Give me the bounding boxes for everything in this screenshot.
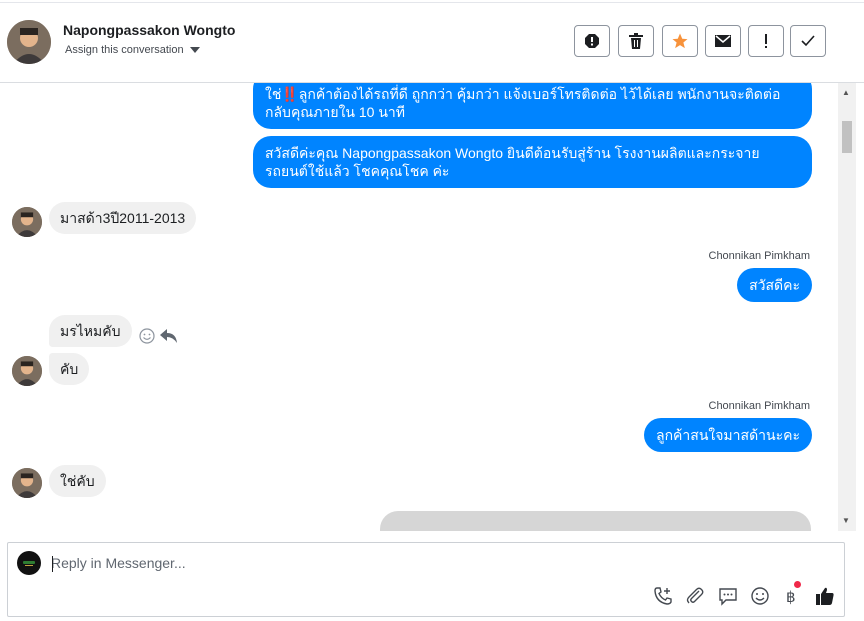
reply-composer: ฿	[7, 542, 845, 617]
attachment-icon	[686, 587, 704, 604]
incoming-message: มาสด้า3ปี2011-2013	[49, 202, 197, 234]
assign-label: Assign this conversation	[65, 44, 184, 56]
react-icon[interactable]	[139, 328, 155, 349]
scroll-down-arrow-icon[interactable]: ▼	[842, 516, 850, 525]
scroll-up-arrow-icon[interactable]: ▲	[842, 88, 850, 97]
star-icon	[672, 33, 688, 49]
attach-button[interactable]	[684, 585, 706, 607]
text-cursor	[52, 556, 53, 572]
trash-icon	[629, 33, 643, 49]
contact-avatar	[12, 468, 42, 498]
outgoing-message: สวัสดีคะ	[737, 268, 812, 302]
payment-button[interactable]: ฿	[780, 581, 802, 607]
reply-input[interactable]	[51, 555, 751, 571]
call-add-icon	[654, 587, 672, 605]
notification-dot	[794, 581, 801, 588]
contact-name[interactable]: Napongpassakon Wongto	[63, 22, 235, 38]
page-logo	[17, 551, 41, 575]
caret-down-icon	[189, 47, 200, 53]
scrollbar-thumb[interactable]	[842, 121, 852, 153]
sender-name: Chonnikan Pimkham	[708, 250, 811, 262]
message-thread[interactable]: ใช่‼️ลูกค้าต้องได้รถที่ดี ถูกกว่า คุ้มกว…	[0, 83, 838, 531]
saved-replies-button[interactable]	[717, 585, 739, 607]
mark-unread-button[interactable]	[705, 25, 741, 57]
reply-icon[interactable]	[160, 329, 178, 348]
payment-icon: ฿	[786, 588, 796, 606]
incoming-message: คับ	[49, 353, 90, 385]
mail-icon	[715, 35, 731, 47]
exclamation-icon	[765, 34, 767, 48]
contact-avatar	[12, 207, 42, 237]
chat-scrollbar[interactable]: ▲ ▼	[838, 83, 856, 531]
contact-avatar[interactable]	[7, 20, 51, 64]
sender-name: Chonnikan Pimkham	[708, 400, 811, 412]
outgoing-message: ใช่‼️ลูกค้าต้องได้รถที่ดี ถูกกว่า คุ้มกว…	[253, 83, 812, 129]
svg-text:฿: ฿	[786, 588, 796, 606]
image-attachment[interactable]	[380, 511, 811, 531]
check-icon	[801, 35, 815, 47]
call-button[interactable]	[652, 585, 674, 607]
outgoing-message: สวัสดีค่ะคุณ Napongpassakon Wongto ยินดี…	[253, 136, 812, 188]
divider	[0, 2, 864, 3]
like-button[interactable]	[814, 585, 836, 607]
spam-icon	[585, 34, 599, 48]
conversation-header: Napongpassakon Wongto Assign this conver…	[0, 0, 864, 83]
delete-button[interactable]	[618, 25, 654, 57]
star-button[interactable]	[662, 25, 698, 57]
follow-up-button[interactable]	[748, 25, 784, 57]
outgoing-message: ลูกค้าสนใจมาสด้านะคะ	[644, 418, 812, 452]
mark-spam-button[interactable]	[574, 25, 610, 57]
incoming-message: มรไหมคับ	[49, 315, 132, 347]
saved-reply-icon	[719, 588, 737, 606]
thumbs-up-icon	[816, 587, 834, 605]
mark-done-button[interactable]	[790, 25, 826, 57]
emoji-icon	[751, 587, 769, 605]
assign-conversation-dropdown[interactable]: Assign this conversation	[65, 44, 200, 56]
emoji-button[interactable]	[749, 585, 771, 607]
contact-avatar	[12, 356, 42, 386]
incoming-message: ใช่คับ	[49, 465, 106, 497]
